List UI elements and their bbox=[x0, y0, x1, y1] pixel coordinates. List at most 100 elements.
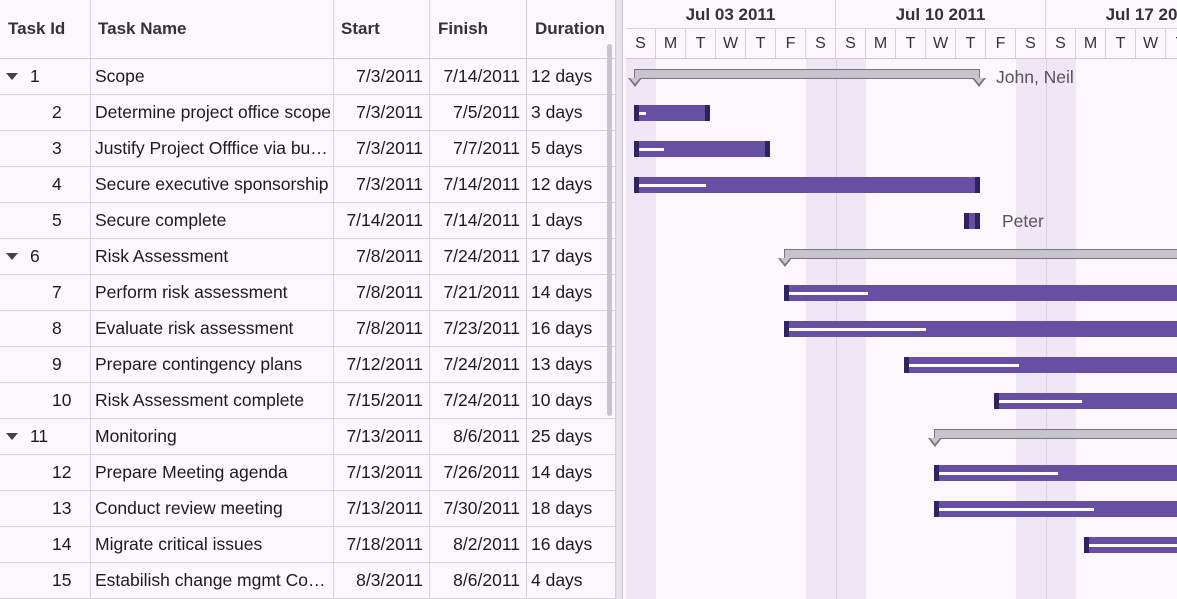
collapse-icon[interactable] bbox=[6, 73, 18, 80]
column-header-task-name[interactable]: Task Name bbox=[91, 0, 334, 59]
cell-text: 7/24/2011 bbox=[443, 390, 520, 410]
cell-text: Migrate critical issues bbox=[95, 534, 263, 554]
table-row[interactable]: 2 Determine project office scope 7/3/2011 7… bbox=[0, 95, 616, 131]
cell-finish: 7/23/2011 bbox=[430, 311, 527, 346]
cell-text: 12 bbox=[52, 462, 72, 482]
cell-start: 7/8/2011 bbox=[334, 275, 430, 310]
table-row[interactable]: 7 Perform risk assessment 7/8/2011 7/21/201… bbox=[0, 275, 616, 311]
cell-text: 16 days bbox=[531, 318, 593, 338]
cell-text: 7/13/2011 bbox=[346, 426, 423, 446]
collapse-icon[interactable] bbox=[6, 433, 18, 440]
cell-text: 4 bbox=[52, 174, 62, 194]
timeline-day-label: T bbox=[1106, 29, 1136, 59]
timeline-day-label: S bbox=[626, 29, 656, 59]
summary-bar[interactable] bbox=[934, 429, 1177, 439]
task-bar[interactable] bbox=[964, 213, 980, 229]
cell-text: Scope bbox=[95, 66, 145, 86]
cell-text: 7/13/2011 bbox=[346, 462, 423, 482]
task-progress bbox=[999, 400, 1082, 403]
task-bar[interactable] bbox=[994, 393, 1177, 409]
table-row[interactable]: 4 Secure executive sponsorship 7/3/2011 7/1… bbox=[0, 167, 616, 203]
task-progress bbox=[939, 508, 1094, 511]
cell-text: Monitoring bbox=[95, 426, 177, 446]
cell-start: 7/13/2011 bbox=[334, 455, 430, 490]
cell-text: Conduct review meeting bbox=[95, 498, 283, 518]
cell-id: 12 bbox=[0, 455, 91, 490]
timeline-day-label: T bbox=[956, 29, 986, 59]
cell-text: 15 bbox=[52, 570, 72, 590]
cell-duration: 12 days bbox=[527, 167, 616, 202]
task-bar[interactable] bbox=[634, 177, 980, 193]
cell-duration: 14 days bbox=[527, 455, 616, 490]
cell-id: 9 bbox=[0, 347, 91, 382]
cell-duration: 5 days bbox=[527, 131, 616, 166]
cell-text: Estabilish change mgmt Committee bbox=[95, 570, 334, 590]
cell-text: 7 bbox=[52, 282, 62, 302]
cell-start: 7/12/2011 bbox=[334, 347, 430, 382]
table-row[interactable]: 9 Prepare contingency plans 7/12/2011 7/24/… bbox=[0, 347, 616, 383]
cell-name: Conduct review meeting bbox=[91, 491, 334, 526]
cell-finish: 7/24/2011 bbox=[430, 347, 527, 382]
table-row[interactable]: 11 Monitoring 7/13/2011 8/6/2011 25 days bbox=[0, 419, 616, 455]
cell-name: Monitoring bbox=[91, 419, 334, 454]
cell-id: 11 bbox=[0, 419, 91, 454]
cell-text: 8/6/2011 bbox=[453, 426, 520, 446]
summary-bar[interactable] bbox=[634, 69, 980, 79]
table-row[interactable]: 10 Risk Assessment complete 7/15/2011 7/24/… bbox=[0, 383, 616, 419]
task-bar[interactable] bbox=[934, 501, 1177, 517]
cell-text: 7/14/2011 bbox=[346, 210, 423, 230]
grid-scrollbar-thumb[interactable] bbox=[607, 44, 612, 416]
cell-name: Risk Assessment bbox=[91, 239, 334, 274]
table-row[interactable]: 12 Prepare Meeting agenda 7/13/2011 7/26/20… bbox=[0, 455, 616, 491]
task-bar[interactable] bbox=[634, 141, 770, 157]
timeline-day-label: S bbox=[806, 29, 836, 59]
task-progress bbox=[789, 328, 926, 331]
column-header-task-id[interactable]: Task Id bbox=[0, 0, 91, 59]
resource-label: John, Neil bbox=[996, 67, 1074, 87]
cell-text: 7/3/2011 bbox=[356, 66, 423, 86]
task-bar[interactable] bbox=[784, 321, 1177, 337]
cell-id: 1 bbox=[0, 59, 91, 94]
column-header-finish[interactable]: Finish bbox=[430, 0, 527, 59]
cell-text: 13 days bbox=[531, 354, 593, 374]
task-bar[interactable] bbox=[934, 465, 1177, 481]
timeline-day-label: S bbox=[1046, 29, 1076, 59]
task-bar[interactable] bbox=[634, 105, 710, 121]
cell-start: 7/13/2011 bbox=[334, 419, 430, 454]
cell-text: 7/12/2011 bbox=[346, 354, 423, 374]
summary-bar-cap-fill bbox=[780, 258, 790, 264]
table-row[interactable]: 1 Scope 7/3/2011 7/14/2011 12 days bbox=[0, 59, 616, 95]
table-row[interactable]: 3 Justify Project Offfice via business mo… bbox=[0, 131, 616, 167]
task-progress bbox=[939, 472, 1058, 475]
table-row[interactable]: 6 Risk Assessment 7/8/2011 7/24/2011 17 days bbox=[0, 239, 616, 275]
splitter-handle[interactable] bbox=[616, 0, 623, 599]
cell-text: Secure executive sponsorship bbox=[95, 174, 329, 194]
cell-finish: 7/26/2011 bbox=[430, 455, 527, 490]
table-row[interactable]: 14 Migrate critical issues 7/18/2011 8/2/20… bbox=[0, 527, 616, 563]
column-header-duration[interactable]: Duration bbox=[527, 0, 616, 59]
cell-text: 7/30/2011 bbox=[443, 498, 520, 518]
task-progress bbox=[639, 112, 646, 115]
task-bar[interactable] bbox=[1084, 537, 1177, 553]
resource-label: Peter bbox=[1002, 211, 1044, 231]
table-row[interactable]: 15 Estabilish change mgmt Committee 8/3/20… bbox=[0, 563, 616, 599]
table-row[interactable]: 5 Secure complete 7/14/2011 7/14/2011 1 days bbox=[0, 203, 616, 239]
collapse-icon[interactable] bbox=[6, 253, 18, 260]
task-bar[interactable] bbox=[784, 285, 1177, 301]
column-header-start[interactable]: Start bbox=[334, 0, 430, 59]
cell-finish: 8/6/2011 bbox=[430, 419, 527, 454]
cell-text: Risk Assessment bbox=[95, 246, 229, 266]
timeline-day-label: T bbox=[896, 29, 926, 59]
summary-bar[interactable] bbox=[784, 249, 1177, 259]
cell-text: 7/13/2011 bbox=[346, 498, 423, 518]
cell-text: 14 days bbox=[531, 282, 593, 302]
task-bar[interactable] bbox=[904, 357, 1177, 373]
cell-text: 7/8/2011 bbox=[356, 318, 423, 338]
cell-finish: 7/5/2011 bbox=[430, 95, 527, 130]
cell-text: 7/14/2011 bbox=[443, 210, 520, 230]
cell-text: 7/15/2011 bbox=[346, 390, 423, 410]
cell-name: Justify Project Offfice via business mod… bbox=[91, 131, 334, 166]
table-row[interactable]: 8 Evaluate risk assessment 7/8/2011 7/23/20… bbox=[0, 311, 616, 347]
table-row[interactable]: 13 Conduct review meeting 7/13/2011 7/30/20… bbox=[0, 491, 616, 527]
timeline-day-label: F bbox=[776, 29, 806, 59]
